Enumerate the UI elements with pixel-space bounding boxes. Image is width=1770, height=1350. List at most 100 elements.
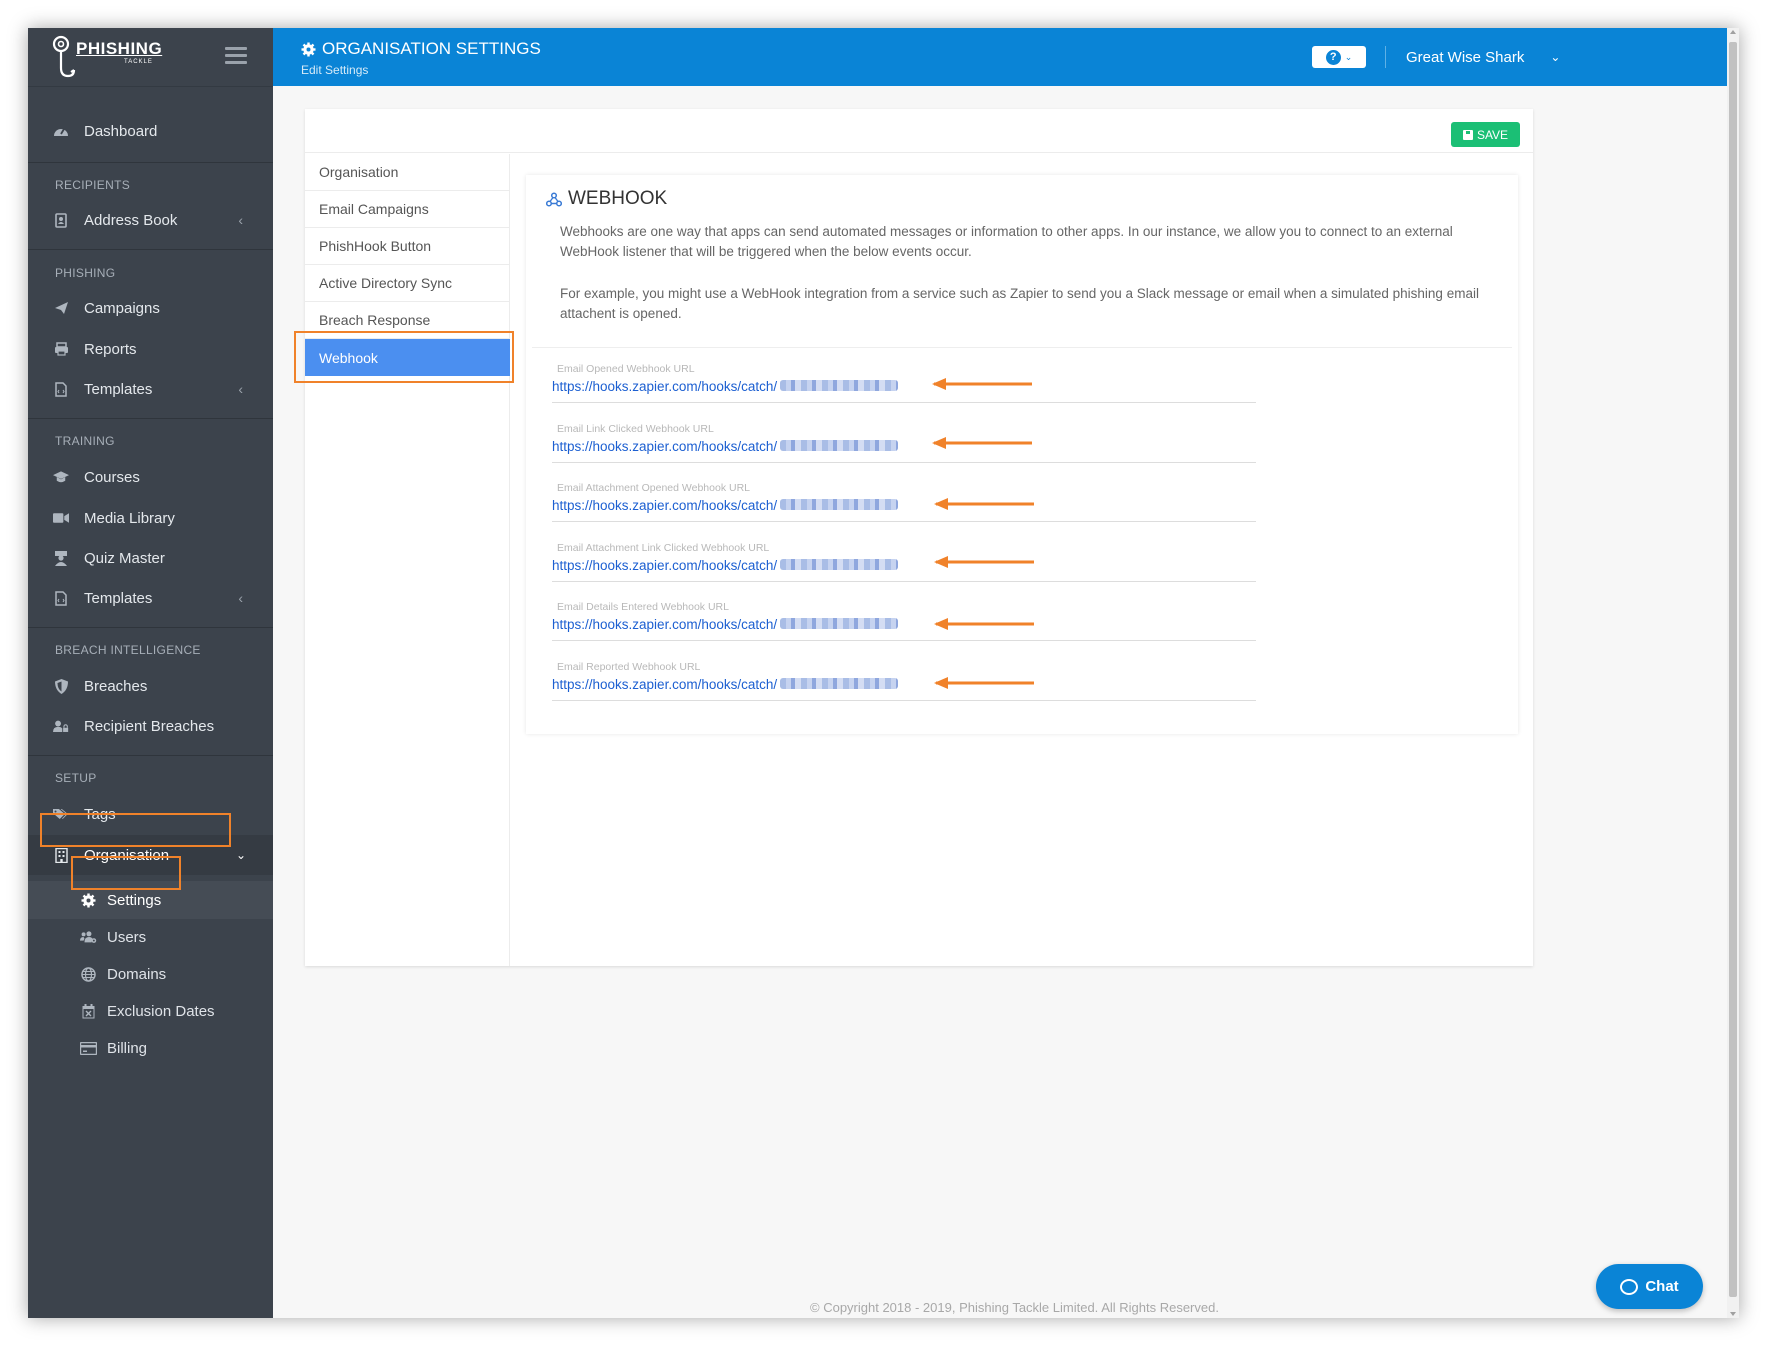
teacher-icon [53,550,69,566]
sidebar-subitem-domains[interactable]: Domains [28,955,273,993]
webhook-title-text: WEBHOOK [568,188,668,209]
webhook-example: For example, you might use a WebHook int… [560,286,1479,321]
chat-button[interactable]: Chat [1596,1264,1703,1309]
field-value: https://hooks.zapier.com/hooks/catch/ [552,677,778,692]
section-title: TRAINING [55,434,115,448]
menu-toggle-icon[interactable] [225,47,247,65]
chat-bubble-icon [1620,1278,1639,1295]
sidebar-item-dashboard[interactable]: Dashboard [28,111,273,151]
sidebar-item-tags[interactable]: Tags [28,794,273,834]
email-link-clicked-webhook-field[interactable]: Email Link Clicked Webhook URL https://h… [552,423,1256,463]
sidebar: PHISHING TACKLE Dashboard RECIPIENTS Add… [28,28,273,1318]
page-scrollbar[interactable] [1727,28,1739,1318]
arrow-left-icon [932,378,1032,390]
divider [28,627,273,628]
tab-breach-response[interactable]: Breach Response [305,302,510,339]
field-value: https://hooks.zapier.com/hooks/catch/ [552,617,778,632]
sidebar-item-campaigns[interactable]: Campaigns [28,288,273,328]
scroll-down-icon[interactable] [1730,1312,1736,1316]
sidebar-subitem-settings[interactable]: Settings [28,881,273,919]
page-title-text: ORGANISATION SETTINGS [322,39,541,58]
email-opened-webhook-field[interactable]: Email Opened Webhook URL https://hooks.z… [552,363,1256,403]
divider [28,162,273,163]
sidebar-subitem-users[interactable]: Users [28,918,273,956]
save-label: SAVE [1476,127,1509,142]
save-button[interactable]: SAVE [1451,122,1520,147]
page-subtitle: Edit Settings [301,63,369,77]
email-attachment-link-clicked-webhook-field[interactable]: Email Attachment Link Clicked Webhook UR… [552,542,1256,582]
logo[interactable]: PHISHING TACKLE [50,34,190,80]
section-title: BREACH INTELLIGENCE [55,643,201,657]
brand-bar: PHISHING TACKLE [28,28,273,87]
arrow-left-icon [934,498,1034,510]
webhook-title: WEBHOOK [546,188,667,210]
scroll-up-icon[interactable] [1730,30,1736,34]
arrow-left-icon [934,618,1034,630]
sidebar-item-breaches[interactable]: Breaches [28,666,273,706]
divider [28,418,273,419]
calendar-times-icon [80,1003,97,1020]
redacted-token [780,618,898,629]
tab-phishhook-button[interactable]: PhishHook Button [305,228,510,265]
field-label: Email Attachment Opened Webhook URL [557,482,750,494]
field-label: Email Reported Webhook URL [557,661,701,673]
field-value: https://hooks.zapier.com/hooks/catch/ [552,379,778,394]
chevron-down-icon: ⌄ [1550,50,1561,64]
tags-icon [53,806,69,822]
tab-webhook[interactable]: Webhook [305,339,510,376]
sidebar-subitem-label: Domains [107,965,167,983]
sidebar-item-organisation[interactable]: Organisation ⌄ [28,835,273,875]
video-icon [53,510,69,526]
redacted-token [780,559,898,570]
user-menu[interactable]: Great Wise Shark ⌄ [1406,45,1560,69]
redacted-token [780,380,898,391]
email-attachment-opened-webhook-field[interactable]: Email Attachment Opened Webhook URL http… [552,482,1256,522]
email-reported-webhook-field[interactable]: Email Reported Webhook URL https://hooks… [552,661,1256,701]
sidebar-item-label: Courses [84,468,140,486]
chevron-left-icon: ‹ [238,212,243,228]
help-button[interactable]: ? ⌄ [1312,46,1366,68]
sidebar-item-address-book[interactable]: Address Book ‹ [28,200,273,240]
tab-active-directory-sync[interactable]: Active Directory Sync [305,265,510,302]
chat-label: Chat [1645,1278,1679,1295]
section-title: SETUP [55,771,97,785]
sidebar-item-quiz-master[interactable]: Quiz Master [28,538,273,578]
field-value: https://hooks.zapier.com/hooks/catch/ [552,558,778,573]
field-label: Email Attachment Link Clicked Webhook UR… [557,542,770,554]
sidebar-subitem-exclusion-dates[interactable]: Exclusion Dates [28,992,273,1030]
tab-email-campaigns[interactable]: Email Campaigns [305,191,510,228]
redacted-token [780,499,898,510]
page-title: ORGANISATION SETTINGS [301,39,541,59]
logo-text: PHISHING [76,39,163,58]
sidebar-item-label: Media Library [84,509,175,527]
scrollbar-thumb[interactable] [1729,42,1737,1297]
sidebar-item-media-library[interactable]: Media Library [28,498,273,538]
sidebar-item-recipient-breaches[interactable]: Recipient Breaches [28,706,273,746]
sidebar-item-reports[interactable]: Reports [28,329,273,369]
print-icon [53,341,69,357]
logo-subtext: TACKLE [124,59,153,65]
user-lock-icon [53,718,69,734]
sidebar-item-training-templates[interactable]: Templates ‹ [28,578,273,618]
header-separator [1385,46,1386,68]
field-label: Email Opened Webhook URL [557,363,695,375]
sidebar-item-label: Dashboard [84,122,158,140]
sidebar-item-phishing-templates[interactable]: Templates ‹ [28,369,273,409]
webhook-description: Webhooks are one way that apps can send … [560,224,1453,259]
user-name: Great Wise Shark [1406,48,1525,66]
sidebar-item-label: Quiz Master [84,549,165,567]
divider [28,249,273,250]
sidebar-item-courses[interactable]: Courses [28,457,273,497]
webhook-icon [546,191,562,207]
tab-organisation[interactable]: Organisation [305,154,510,191]
webhook-panel: WEBHOOK Webhooks are one way that apps c… [526,175,1518,734]
graduation-cap-icon [53,469,69,485]
paper-plane-icon [53,300,69,316]
globe-icon [80,966,97,983]
redacted-token [780,440,898,451]
email-details-entered-webhook-field[interactable]: Email Details Entered Webhook URL https:… [552,601,1256,641]
app-window: PHISHING TACKLE Dashboard RECIPIENTS Add… [28,28,1739,1318]
sidebar-subitem-billing[interactable]: Billing [28,1029,273,1067]
sidebar-item-label: Campaigns [84,299,160,317]
file-code-icon [53,590,69,606]
